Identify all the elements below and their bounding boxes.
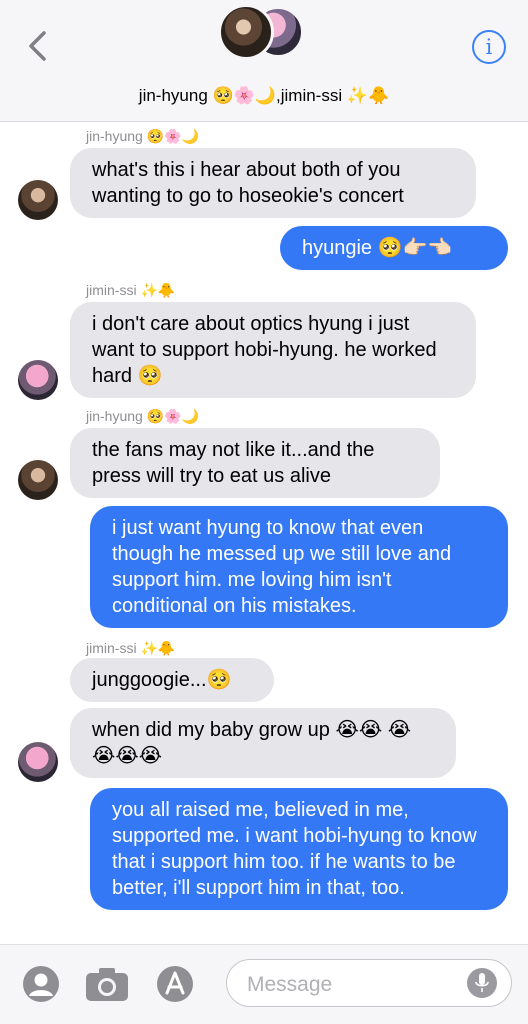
composer-bar: Message — [0, 944, 528, 1024]
microphone-icon[interactable] — [467, 968, 497, 998]
sender-name: jin-hyung 🥺🌸🌙 — [86, 128, 199, 144]
avatar — [218, 4, 274, 60]
app-store-icon[interactable] — [156, 965, 194, 1003]
message-bubble-incoming[interactable]: when did my baby grow up 😭😭 😭😭😭😭 — [70, 708, 456, 778]
chevron-left-icon[interactable] — [26, 30, 50, 62]
message-bubble-incoming[interactable]: what's this i hear about both of you wan… — [70, 148, 476, 218]
avatar[interactable] — [18, 742, 58, 782]
message-bubble-outgoing[interactable]: hyungie 🥺👉🏻👈🏻 — [280, 226, 508, 270]
message-placeholder: Message — [247, 973, 333, 996]
message-bubble-outgoing[interactable]: you all raised me, believed in me, suppo… — [90, 788, 508, 910]
avatar[interactable] — [18, 460, 58, 500]
info-icon[interactable]: i — [472, 30, 506, 64]
message-bubble-incoming[interactable]: junggoogie...🥺 — [70, 658, 274, 702]
message-input[interactable]: Message — [226, 959, 512, 1007]
contact-icon[interactable] — [22, 965, 60, 1003]
group-avatar[interactable] — [218, 4, 310, 64]
sender-name: jimin-ssi ✨🐥 — [86, 282, 176, 298]
conversation-title[interactable]: jin-hyung 🥺🌸🌙,jimin-ssi ✨🐥 — [0, 86, 528, 106]
avatar[interactable] — [18, 360, 58, 400]
camera-icon[interactable] — [84, 965, 130, 1003]
sender-name: jin-hyung 🥺🌸🌙 — [86, 408, 199, 424]
avatar[interactable] — [18, 180, 58, 220]
message-bubble-incoming[interactable]: i don't care about optics hyung i just w… — [70, 302, 476, 398]
conversation-header: i jin-hyung 🥺🌸🌙,jimin-ssi ✨🐥 — [0, 0, 528, 122]
sender-name: jimin-ssi ✨🐥 — [86, 640, 176, 656]
message-bubble-incoming[interactable]: the fans may not like it...and the press… — [70, 428, 440, 498]
message-bubble-outgoing[interactable]: i just want hyung to know that even thou… — [90, 506, 508, 628]
